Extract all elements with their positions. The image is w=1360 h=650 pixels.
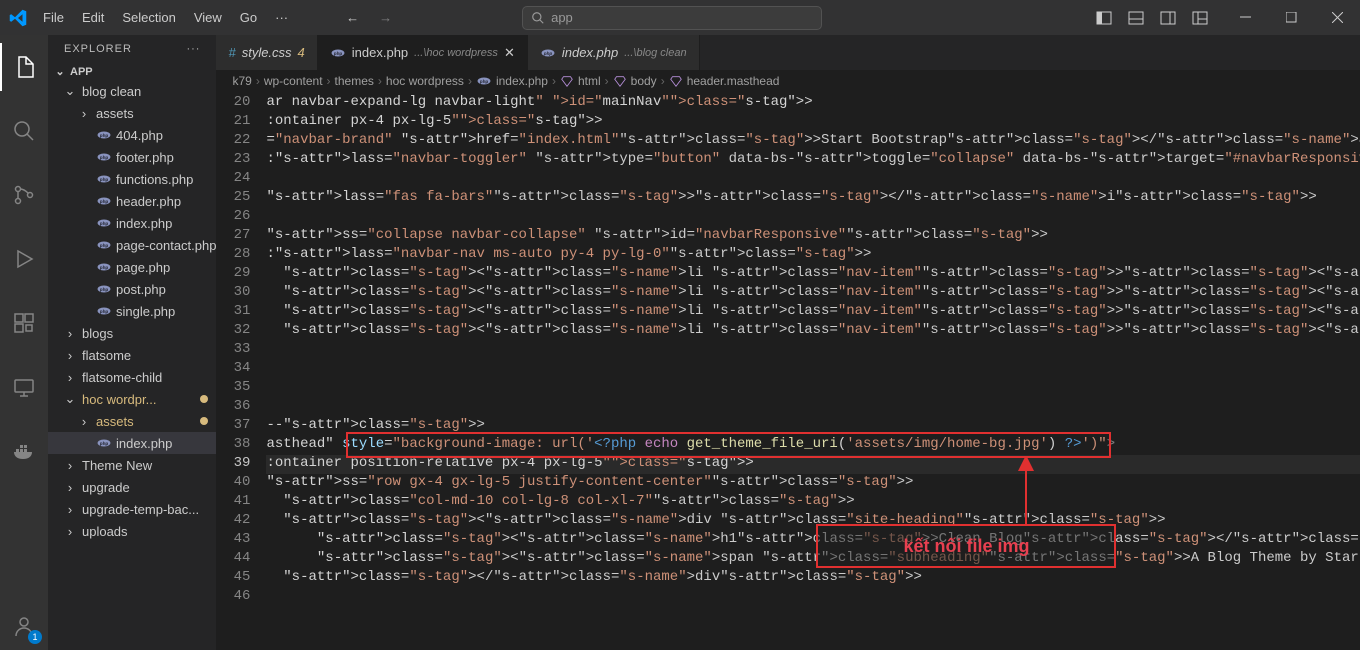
tab-style-css[interactable]: #style.css4 xyxy=(216,35,317,70)
svg-text:php: php xyxy=(543,50,553,55)
annotation-label: kết nối file img xyxy=(816,524,1116,568)
line-numbers: 2021222324252627282930313233343536373839… xyxy=(216,92,266,650)
search-text: app xyxy=(551,10,573,25)
svg-text:php: php xyxy=(100,265,109,270)
minimize-button[interactable] xyxy=(1222,0,1268,35)
layout-panel-icon[interactable] xyxy=(1128,10,1144,26)
svg-text:php: php xyxy=(100,177,109,182)
tab-index-php[interactable]: phpindex.php...\hoc wordpress✕ xyxy=(318,35,528,70)
close-button[interactable] xyxy=(1314,0,1360,35)
menu-selection[interactable]: Selection xyxy=(114,6,183,29)
nav-arrows: ← → xyxy=(346,10,392,25)
svg-text:php: php xyxy=(100,133,109,138)
file-post-php[interactable]: phppost.php xyxy=(48,278,216,300)
back-arrow-icon[interactable]: ← xyxy=(346,10,359,25)
menu-···[interactable]: ··· xyxy=(267,6,296,29)
layout-controls xyxy=(1082,10,1222,26)
file-single-php[interactable]: phpsingle.php xyxy=(48,300,216,322)
menu-view[interactable]: View xyxy=(186,6,230,29)
file-tree: ⌄blog clean›assetsphp404.phpphpfooter.ph… xyxy=(48,80,216,650)
svg-text:php: php xyxy=(100,441,109,446)
tab-index-php[interactable]: phpindex.php...\blog clean xyxy=(528,35,700,70)
folder-uploads[interactable]: ›uploads xyxy=(48,520,216,542)
accounts-activity[interactable]: 1 xyxy=(0,602,48,650)
menu-file[interactable]: File xyxy=(35,6,72,29)
run-debug-activity[interactable] xyxy=(0,235,48,283)
svg-text:php: php xyxy=(100,309,109,314)
file-functions-php[interactable]: phpfunctions.php xyxy=(48,168,216,190)
source-control-activity[interactable] xyxy=(0,171,48,219)
folder-hoc-wordpr-[interactable]: ⌄hoc wordpr... xyxy=(48,388,216,410)
file-index-php[interactable]: phpindex.php xyxy=(48,432,216,454)
search-activity[interactable] xyxy=(0,107,48,155)
file-404-php[interactable]: php404.php xyxy=(48,124,216,146)
explorer-title: EXPLORER xyxy=(64,43,132,55)
command-center[interactable]: app xyxy=(522,6,822,30)
docker-activity[interactable] xyxy=(0,427,48,475)
editor-area: #style.css4phpindex.php...\hoc wordpress… xyxy=(216,35,1360,650)
chevron-down-icon: ⌄ xyxy=(52,65,68,78)
remote-activity[interactable] xyxy=(0,363,48,411)
menu-go[interactable]: Go xyxy=(232,6,265,29)
svg-text:php: php xyxy=(100,221,109,226)
code-editor[interactable]: ar navbar-expand-lg navbar-light" ">id="… xyxy=(266,92,1360,650)
forward-arrow-icon[interactable]: → xyxy=(379,10,392,25)
file-index-php[interactable]: phpindex.php xyxy=(48,212,216,234)
file-header-php[interactable]: phpheader.php xyxy=(48,190,216,212)
folder-blogs[interactable]: ›blogs xyxy=(48,322,216,344)
activity-bar: 1 xyxy=(0,35,48,650)
root-folder-header[interactable]: ⌄ APP xyxy=(48,63,216,80)
svg-text:php: php xyxy=(100,287,109,292)
folder-blog-clean[interactable]: ⌄blog clean xyxy=(48,80,216,102)
editor-tabs: #style.css4phpindex.php...\hoc wordpress… xyxy=(216,35,1360,70)
svg-text:php: php xyxy=(100,155,109,160)
layout-sidebar-left-icon[interactable] xyxy=(1096,10,1112,26)
maximize-button[interactable] xyxy=(1268,0,1314,35)
explorer-sidebar: EXPLORER ··· ⌄ APP ⌄blog clean›assetsphp… xyxy=(48,35,216,650)
folder-flatsome[interactable]: ›flatsome xyxy=(48,344,216,366)
svg-text:php: php xyxy=(100,243,109,248)
file-page-php[interactable]: phppage.php xyxy=(48,256,216,278)
vscode-logo xyxy=(0,9,35,27)
folder-flatsome-child[interactable]: ›flatsome-child xyxy=(48,366,216,388)
svg-text:php: php xyxy=(334,50,343,55)
extensions-activity[interactable] xyxy=(0,299,48,347)
customize-layout-icon[interactable] xyxy=(1192,10,1208,26)
file-page-contact-php[interactable]: phppage-contact.php xyxy=(48,234,216,256)
root-folder-name: APP xyxy=(70,66,93,78)
folder-Theme-New[interactable]: ›Theme New xyxy=(48,454,216,476)
layout-sidebar-right-icon[interactable] xyxy=(1160,10,1176,26)
svg-text:php: php xyxy=(100,199,109,204)
folder-assets[interactable]: ›assets xyxy=(48,410,216,432)
more-icon[interactable]: ··· xyxy=(186,43,200,55)
accounts-badge: 1 xyxy=(28,630,42,644)
folder-upgrade-temp-bac-[interactable]: ›upgrade-temp-bac... xyxy=(48,498,216,520)
title-bar: FileEditSelectionViewGo··· ← → app xyxy=(0,0,1360,35)
file-footer-php[interactable]: phpfooter.php xyxy=(48,146,216,168)
explorer-header: EXPLORER ··· xyxy=(48,35,216,63)
breadcrumb[interactable]: k79›wp-content›themes›hoc wordpress›phpi… xyxy=(216,70,1360,92)
menu-bar: FileEditSelectionViewGo··· xyxy=(35,6,296,29)
folder-upgrade[interactable]: ›upgrade xyxy=(48,476,216,498)
search-icon xyxy=(531,11,545,25)
close-tab-icon[interactable]: ✕ xyxy=(504,45,515,61)
explorer-activity[interactable] xyxy=(0,43,48,91)
svg-text:php: php xyxy=(480,79,489,84)
menu-edit[interactable]: Edit xyxy=(74,6,112,29)
folder-assets[interactable]: ›assets xyxy=(48,102,216,124)
